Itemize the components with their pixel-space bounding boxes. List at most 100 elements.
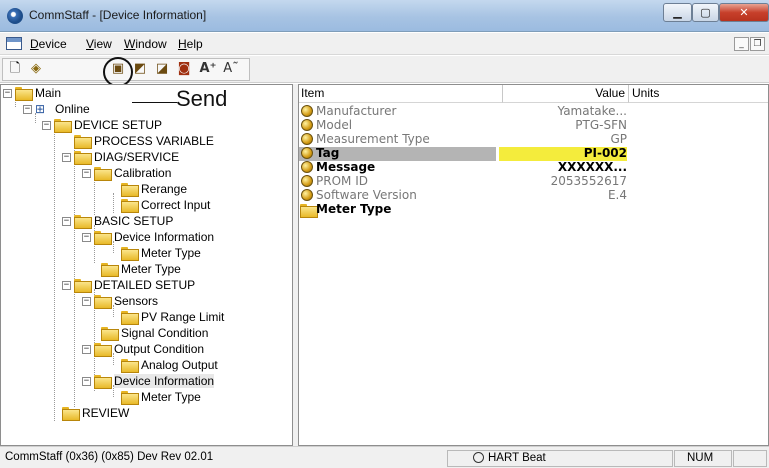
tree-item-label: Main [35, 86, 62, 100]
tree-item-correct-input[interactable]: Correct Input [121, 197, 210, 213]
refresh-icon[interactable]: ◪ [152, 60, 172, 78]
parameter-list[interactable]: Item Value Units Manufacturer Yamatake..… [298, 84, 769, 446]
tree-item-pv-range-limit[interactable]: PV Range Limit [121, 309, 224, 325]
column-header-units[interactable]: Units [629, 85, 768, 103]
table-row-selected[interactable]: Tag PI-002 [299, 146, 768, 161]
folder-icon [94, 167, 112, 181]
value-cell: Yamatake... [557, 104, 627, 118]
tree-item-detailed-setup[interactable]: − DETAILED SETUP [62, 277, 195, 293]
close-button[interactable]: ✕ [719, 3, 769, 22]
tree-item-analog-output[interactable]: Analog Output [121, 357, 218, 373]
collapse-icon[interactable]: − [23, 104, 32, 114]
tree-item-label: Rerange [141, 182, 188, 196]
table-row[interactable]: Message XXXXXX... [299, 160, 768, 175]
maximize-button[interactable]: ▢ [692, 3, 719, 22]
menu-help[interactable]: Help [178, 37, 203, 51]
decrease-font-icon[interactable]: A˜ [221, 60, 241, 78]
status-beat-label: HART Beat [488, 452, 546, 464]
increase-font-icon[interactable]: A⁺ [198, 60, 218, 78]
menu-bar: Device View Window Help _ ❐ [0, 33, 769, 55]
child-minimize-button[interactable]: _ [734, 37, 749, 51]
tree-item-meter-type[interactable]: Meter Type [121, 245, 201, 261]
collapse-icon[interactable]: − [62, 152, 71, 162]
folder-icon [94, 343, 112, 357]
collapse-icon[interactable]: − [82, 168, 91, 178]
collapse-icon[interactable]: − [62, 280, 71, 290]
status-beat: HART Beat [447, 450, 673, 467]
tree-item-output-condition[interactable]: − Output Condition [82, 341, 204, 357]
variable-icon [301, 161, 313, 173]
collapse-icon[interactable]: − [42, 120, 51, 130]
tree-item-label: Online [55, 102, 90, 116]
new-icon[interactable]: 🗋 [5, 60, 25, 78]
collapse-icon[interactable]: − [82, 376, 91, 386]
column-header-item[interactable]: Item [299, 85, 503, 103]
open-icon[interactable]: ◈ [26, 60, 46, 78]
send-callout-circle [103, 57, 133, 87]
table-row[interactable]: Software Version E.4 [299, 188, 768, 203]
table-row[interactable]: PROM ID 2053552617 [299, 174, 768, 189]
collapse-icon[interactable]: − [82, 296, 91, 306]
value-cell: 2053552617 [550, 174, 627, 188]
value-cell: PTG-SFN [575, 118, 627, 132]
tree-item-rerange[interactable]: Rerange [121, 181, 187, 197]
tree-item-review[interactable]: REVIEW [62, 405, 129, 421]
tree-item-device-information[interactable]: − Device Information [82, 229, 214, 245]
item-cell: Software Version [316, 188, 417, 202]
child-restore-button[interactable]: ❐ [750, 37, 765, 51]
tree-pane[interactable]: − Main − ⊞ Online − DEVICE SETUP PROCESS… [0, 84, 293, 446]
upload-icon[interactable]: ◙ [174, 60, 194, 78]
status-bar: CommStaff (0x36) (0x85) Dev Rev 02.01 HA… [0, 446, 769, 468]
tree-item-meter-type[interactable]: Meter Type [101, 261, 181, 277]
table-row[interactable]: Manufacturer Yamatake... [299, 104, 768, 119]
tree-item-label: DETAILED SETUP [94, 278, 196, 292]
tree-item-label: Calibration [114, 166, 172, 180]
tree-item-label: REVIEW [82, 406, 130, 420]
tree-item-process-variable[interactable]: PROCESS VARIABLE [74, 133, 214, 149]
collapse-icon[interactable]: − [82, 232, 91, 242]
tree-item-meter-type[interactable]: Meter Type [121, 389, 201, 405]
table-row[interactable]: Model PTG-SFN [299, 118, 768, 133]
item-cell: Message [316, 160, 376, 174]
document-window-icon[interactable] [6, 37, 22, 50]
tree-item-label: PV Range Limit [141, 310, 225, 324]
tree-item-label: Output Condition [114, 342, 205, 356]
tree-item-device-setup[interactable]: − DEVICE SETUP [42, 117, 162, 133]
table-row[interactable]: Measurement Type GP [299, 132, 768, 147]
tree-item-label: Analog Output [141, 358, 218, 372]
tree-item-signal-condition[interactable]: Signal Condition [101, 325, 208, 341]
menu-device[interactable]: Device [30, 37, 67, 51]
folder-icon [121, 391, 139, 405]
title-bar[interactable]: CommStaff - [Device Information] ▁ ▢ ✕ [0, 0, 769, 32]
tree-item-main[interactable]: − Main [3, 85, 61, 101]
value-cell[interactable]: XXXXXX... [499, 160, 627, 174]
collapse-icon[interactable]: − [3, 88, 12, 98]
receive-icon[interactable]: ◩ [130, 60, 150, 78]
tree-item-calibration[interactable]: − Calibration [82, 165, 171, 181]
app-icon[interactable] [7, 8, 23, 24]
menu-view[interactable]: View [86, 37, 112, 51]
tree-item-diag-service[interactable]: − DIAG/SERVICE [62, 149, 179, 165]
tree-item-label: Meter Type [141, 246, 201, 260]
variable-icon [301, 147, 313, 159]
folder-icon [62, 407, 80, 421]
column-header-value[interactable]: Value [503, 85, 629, 103]
folder-icon [74, 135, 92, 149]
minimize-button[interactable]: ▁ [663, 3, 692, 22]
tree-item-device-information-selected[interactable]: − Device Information [82, 373, 215, 389]
variable-icon [301, 189, 313, 201]
tree-item-online[interactable]: − ⊞ Online [23, 101, 90, 117]
table-row[interactable]: Meter Type [299, 202, 768, 218]
tree-item-basic-setup[interactable]: − BASIC SETUP [62, 213, 173, 229]
collapse-icon[interactable]: − [62, 216, 71, 226]
folder-icon [94, 295, 112, 309]
online-icon: ⊞ [35, 102, 46, 116]
send-callout-line [132, 87, 177, 103]
value-cell[interactable]: PI-002 [499, 146, 627, 160]
tree-item-label: Device Information [114, 374, 215, 388]
tree-item-sensors[interactable]: − Sensors [82, 293, 158, 309]
menu-window[interactable]: Window [124, 37, 167, 51]
collapse-icon[interactable]: − [82, 344, 91, 354]
folder-icon [94, 231, 112, 245]
folder-icon [121, 199, 139, 213]
